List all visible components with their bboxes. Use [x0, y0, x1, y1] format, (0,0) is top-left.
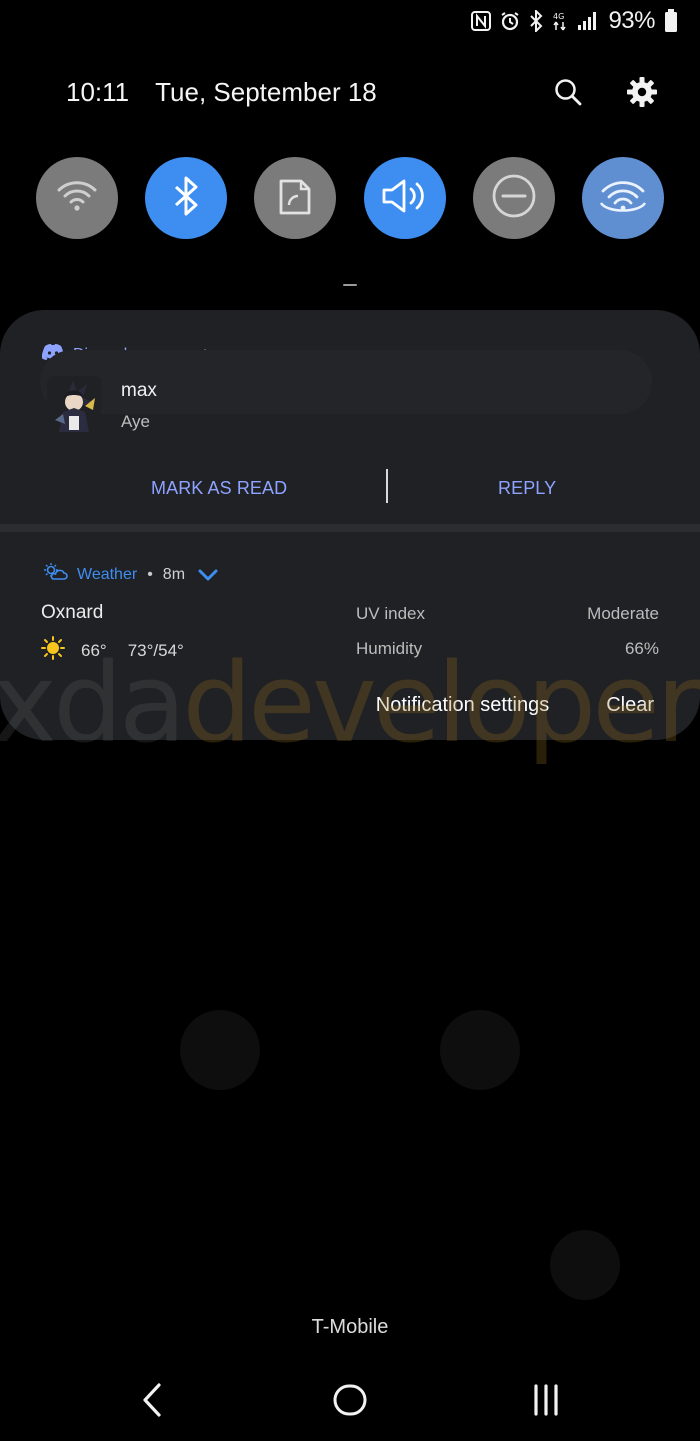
- humidity-label: Humidity: [356, 639, 423, 658]
- qs-auto-rotate-toggle[interactable]: [254, 157, 337, 239]
- panel-drag-handle[interactable]: [343, 284, 357, 286]
- clock: 10:11: [66, 76, 130, 107]
- notification-divider: [0, 524, 700, 532]
- wifi-icon: [56, 178, 98, 219]
- battery-icon: [664, 9, 678, 33]
- do-not-disturb-icon: [490, 172, 538, 225]
- hotspot-icon: [595, 173, 651, 224]
- message-body: Aye: [121, 412, 150, 431]
- message-text: max Aye: [121, 380, 157, 432]
- bluetooth-icon: [172, 175, 200, 222]
- sender-name: max: [121, 380, 157, 401]
- back-icon[interactable]: [130, 1380, 174, 1420]
- navigation-bar: [0, 1372, 700, 1428]
- message-block[interactable]: max Aye: [47, 376, 157, 436]
- weather-temperatures: 66° 73°/54°: [41, 636, 184, 665]
- date[interactable]: Tue, September 18: [155, 77, 377, 108]
- current-temperature: 66°: [81, 640, 107, 660]
- nfc-icon: [471, 11, 492, 31]
- chevron-down-icon[interactable]: [197, 568, 219, 582]
- bluetooth-icon: [529, 10, 543, 32]
- action-divider: [386, 469, 388, 503]
- uv-index-value: Moderate: [587, 604, 659, 623]
- qs-sound-toggle[interactable]: [363, 157, 446, 239]
- quick-panel-header: 10:11 Tue, September 18: [66, 72, 660, 112]
- settings-icon[interactable]: [624, 74, 660, 110]
- notification-panel: Discord • now m: [0, 310, 700, 740]
- notification-time: 8m: [162, 565, 186, 583]
- signal-icon: [577, 11, 599, 31]
- svg-text:4G: 4G: [553, 12, 564, 21]
- weather-city: Oxnard: [41, 602, 104, 623]
- app-name: Weather: [77, 565, 138, 583]
- humidity-value: 66%: [624, 639, 659, 658]
- qs-do-not-disturb-toggle[interactable]: [472, 157, 555, 239]
- reply-button[interactable]: REPLY: [498, 478, 556, 499]
- avatar: [47, 376, 101, 436]
- notification-settings-button[interactable]: Notification settings: [376, 694, 549, 717]
- header-actions: [550, 74, 660, 110]
- background-app-icon: [440, 1010, 520, 1090]
- temperature-range: 73°/54°: [127, 640, 184, 660]
- notification-header: Weather • 8m: [42, 562, 219, 587]
- background-app-icon: [550, 1230, 620, 1300]
- clear-button[interactable]: Clear: [606, 694, 654, 717]
- quick-settings-row: [36, 157, 664, 239]
- notification-actions: MARK AS READ REPLY: [0, 467, 700, 509]
- sun-icon: [41, 636, 65, 665]
- mark-as-read-button[interactable]: MARK AS READ: [151, 478, 287, 499]
- qs-mobile-hotspot-toggle[interactable]: [581, 157, 664, 239]
- speaker-icon: [380, 176, 430, 221]
- qs-wifi-toggle[interactable]: [36, 157, 118, 239]
- search-icon[interactable]: [550, 74, 586, 110]
- separator-dot: •: [147, 565, 153, 583]
- discord-notification[interactable]: Discord • now m: [0, 310, 700, 524]
- panel-footer: Notification settings Clear: [376, 694, 654, 717]
- qs-bluetooth-toggle[interactable]: [145, 157, 228, 239]
- recent-apps-icon[interactable]: [524, 1380, 568, 1420]
- background-app-icon: [180, 1010, 260, 1090]
- carrier-label: T-Mobile: [311, 1316, 389, 1338]
- weather-icon: [42, 562, 68, 587]
- home-icon[interactable]: [328, 1380, 372, 1420]
- status-bar: 4G 93%: [471, 6, 678, 36]
- battery-percentage: 93%: [608, 7, 655, 34]
- auto-rotate-icon: [277, 175, 313, 222]
- uv-index-label: UV index: [356, 604, 425, 623]
- alarm-icon: [500, 11, 520, 31]
- data-icon: 4G: [552, 10, 568, 32]
